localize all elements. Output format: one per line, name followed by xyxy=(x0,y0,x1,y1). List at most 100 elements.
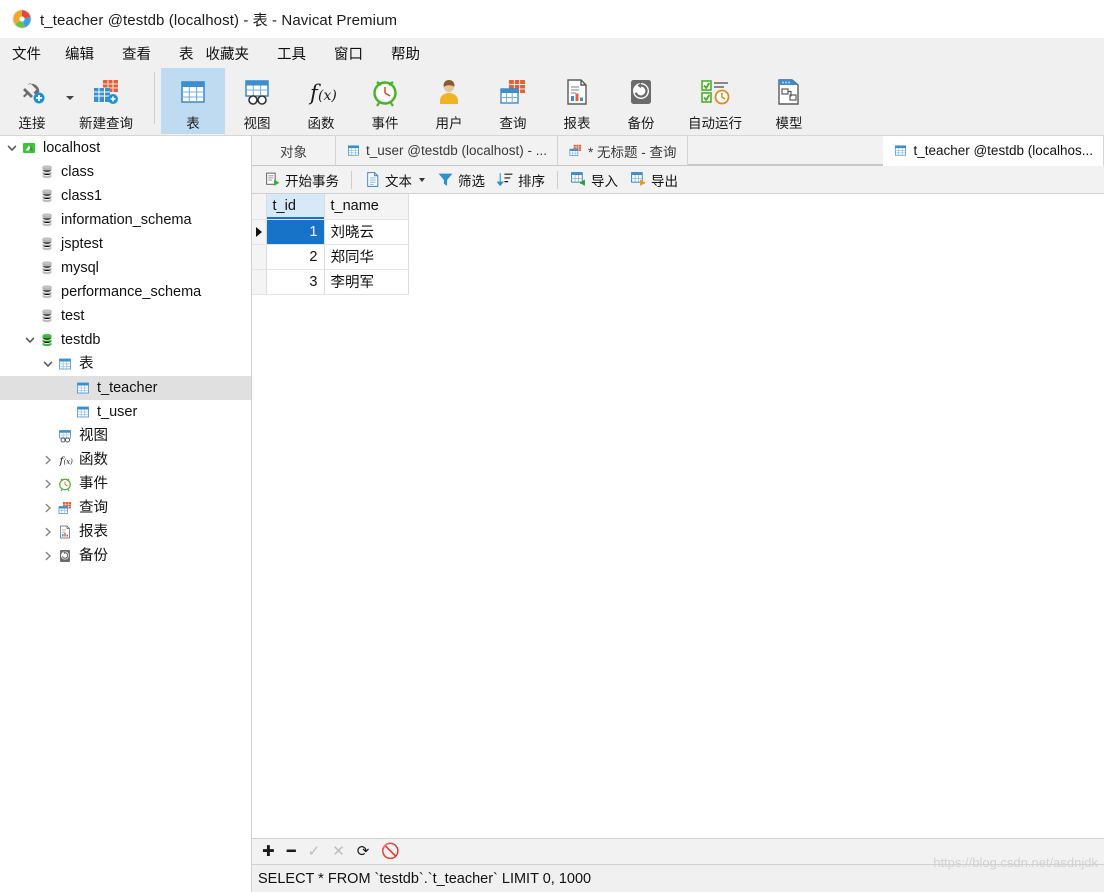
tree-node-mysql[interactable]: mysql xyxy=(0,256,251,280)
tree-node-label: class xyxy=(61,163,95,180)
menu-favorites[interactable]: 收藏夹 xyxy=(200,43,264,64)
menu-file[interactable]: 文件 xyxy=(0,43,51,64)
database-icon xyxy=(38,164,55,181)
tab-item-1[interactable]: * 无标题 - 查询 xyxy=(558,136,688,165)
current-row-indicator-icon[interactable] xyxy=(252,219,267,245)
chevron-right-icon[interactable] xyxy=(40,500,56,516)
toolbar-button-view[interactable]: 视图 xyxy=(225,68,289,134)
toolbar-button-user[interactable]: 用户 xyxy=(417,68,481,134)
grid-cell-t_name[interactable]: 刘晓云 xyxy=(324,219,409,245)
tree-node-[interactable]: f (x) 函数 xyxy=(0,448,251,472)
grid-column-header-t_name[interactable]: t_name xyxy=(324,194,409,220)
data-grid-area[interactable]: t_id t_name 1 刘晓云 2 郑同华 3 李明军 xyxy=(252,194,1104,804)
chevron-right-icon[interactable] xyxy=(40,452,56,468)
toolbar-button-event[interactable]: 事件 xyxy=(353,68,417,134)
tree-node-[interactable]: 事件 xyxy=(0,472,251,496)
data-toolbar-export[interactable]: 导出 xyxy=(624,168,684,192)
chevron-down-icon[interactable] xyxy=(4,140,20,156)
grid-cell-t_name[interactable]: 李明军 xyxy=(324,269,409,295)
database-icon xyxy=(38,236,55,253)
object-tree-sidebar[interactable]: localhost class class1 information_schemajs… xyxy=(0,136,252,892)
tree-node-label: jsptest xyxy=(61,235,103,252)
data-toolbar-label: 排序 xyxy=(518,173,545,189)
data-toolbar-sort[interactable]: 排序 xyxy=(491,168,551,192)
tree-node-performance_schema[interactable]: performance_schema xyxy=(0,280,251,304)
tree-node-[interactable]: 查询 xyxy=(0,496,251,520)
menu-view[interactable]: 查看 xyxy=(108,43,165,64)
tab-active-2[interactable]: t_teacher @testdb (localhos... xyxy=(883,136,1104,166)
toolbar-button-model[interactable]: 模型 xyxy=(757,68,821,134)
tree-node-jsptest[interactable]: jsptest xyxy=(0,232,251,256)
tree-node-test[interactable]: test xyxy=(0,304,251,328)
row-marker[interactable] xyxy=(252,244,267,270)
toolbar-button-function[interactable]: f (x) 函数 xyxy=(289,68,353,134)
chevron-right-icon[interactable] xyxy=(40,548,56,564)
grid-column-header-t_id[interactable]: t_id xyxy=(266,194,325,220)
tree-node-label: performance_schema xyxy=(61,283,202,300)
tree-node-label: test xyxy=(61,307,85,324)
tree-node-information_schema[interactable]: information_schema xyxy=(0,208,251,232)
toolbar-button-connection[interactable]: 连接 xyxy=(0,68,74,134)
tree-node-t_teacher[interactable]: t_teacher xyxy=(0,376,251,400)
data-toolbar-text[interactable]: 文本 xyxy=(358,168,431,192)
toolbar-button-report[interactable]: 报表 xyxy=(545,68,609,134)
toolbar-button-automation[interactable]: 自动运行 xyxy=(673,68,757,134)
menu-edit[interactable]: 编辑 xyxy=(51,43,108,64)
tree-node-localhost[interactable]: localhost xyxy=(0,136,251,160)
tab-objects[interactable]: 对象 xyxy=(252,136,336,165)
toolbar-button-query[interactable]: 查询 xyxy=(481,68,545,134)
tree-node-label: 查询 xyxy=(79,499,108,516)
table-row[interactable]: 3 李明军 xyxy=(252,269,409,295)
table-row[interactable]: 1 刘晓云 xyxy=(252,219,409,245)
report-icon xyxy=(561,74,593,110)
tree-node-class1[interactable]: class1 xyxy=(0,184,251,208)
refresh-icon[interactable]: ⟳ xyxy=(357,844,370,859)
tab-label: t_user @testdb (localhost) - ... xyxy=(366,143,548,158)
chevron-down-icon[interactable] xyxy=(40,356,56,372)
delete-record-icon[interactable]: ━ xyxy=(287,844,296,859)
menu-help[interactable]: 帮助 xyxy=(377,43,434,64)
grid-cell-t_id[interactable]: 1 xyxy=(266,219,325,245)
toolbar-button-new-query[interactable]: 新建查询 xyxy=(64,68,148,134)
chevron-right-icon[interactable] xyxy=(40,476,56,492)
menu-table[interactable]: 表 xyxy=(165,43,200,64)
grid-cell-t_id[interactable]: 2 xyxy=(266,244,325,270)
data-toolbar-filter[interactable]: 筛选 xyxy=(431,168,491,192)
data-toolbar-import[interactable]: 导入 xyxy=(564,168,624,192)
grid-cell-t_id[interactable]: 3 xyxy=(266,269,325,295)
menu-window[interactable]: 窗口 xyxy=(320,43,377,64)
add-record-icon[interactable]: ✚ xyxy=(262,844,275,859)
navicat-window: t_teacher @testdb (localhost) - 表 - Navi… xyxy=(0,0,1104,892)
tree-node-testdb[interactable]: testdb xyxy=(0,328,251,352)
database-icon xyxy=(38,212,55,229)
chevron-right-icon[interactable] xyxy=(40,524,56,540)
data-grid[interactable]: t_id t_name 1 刘晓云 2 郑同华 3 李明军 xyxy=(252,194,409,295)
filter-icon xyxy=(437,171,454,188)
user-icon xyxy=(433,74,465,110)
text-icon xyxy=(364,171,381,188)
menu-tools[interactable]: 工具 xyxy=(263,43,320,64)
tree-node-[interactable]: 备份 xyxy=(0,544,251,568)
tree-node-[interactable]: 表 xyxy=(0,352,251,376)
toolbar-button-backup[interactable]: 备份 xyxy=(609,68,673,134)
tree-node-t_user[interactable]: t_user xyxy=(0,400,251,424)
data-toolbar-separator xyxy=(557,170,558,189)
chevron-down-icon[interactable] xyxy=(419,177,425,182)
tree-node-class[interactable]: class xyxy=(0,160,251,184)
grid-cell-t_name[interactable]: 郑同华 xyxy=(324,244,409,270)
tab-item-0[interactable]: t_user @testdb (localhost) - ... xyxy=(336,136,559,165)
tree-node-[interactable]: 视图 xyxy=(0,424,251,448)
database-icon xyxy=(38,308,55,325)
database-icon xyxy=(38,260,55,277)
table-row[interactable]: 2 郑同华 xyxy=(252,244,409,270)
row-marker[interactable] xyxy=(252,269,267,295)
toolbar-button-table[interactable]: 表 xyxy=(161,68,225,134)
view-icon xyxy=(241,74,273,110)
stop-icon[interactable]: 🚫 xyxy=(381,844,400,859)
chevron-down-icon[interactable] xyxy=(22,332,38,348)
tree-node-[interactable]: 报表 xyxy=(0,520,251,544)
data-toolbar-begin-transaction[interactable]: 开始事务 xyxy=(258,168,345,192)
